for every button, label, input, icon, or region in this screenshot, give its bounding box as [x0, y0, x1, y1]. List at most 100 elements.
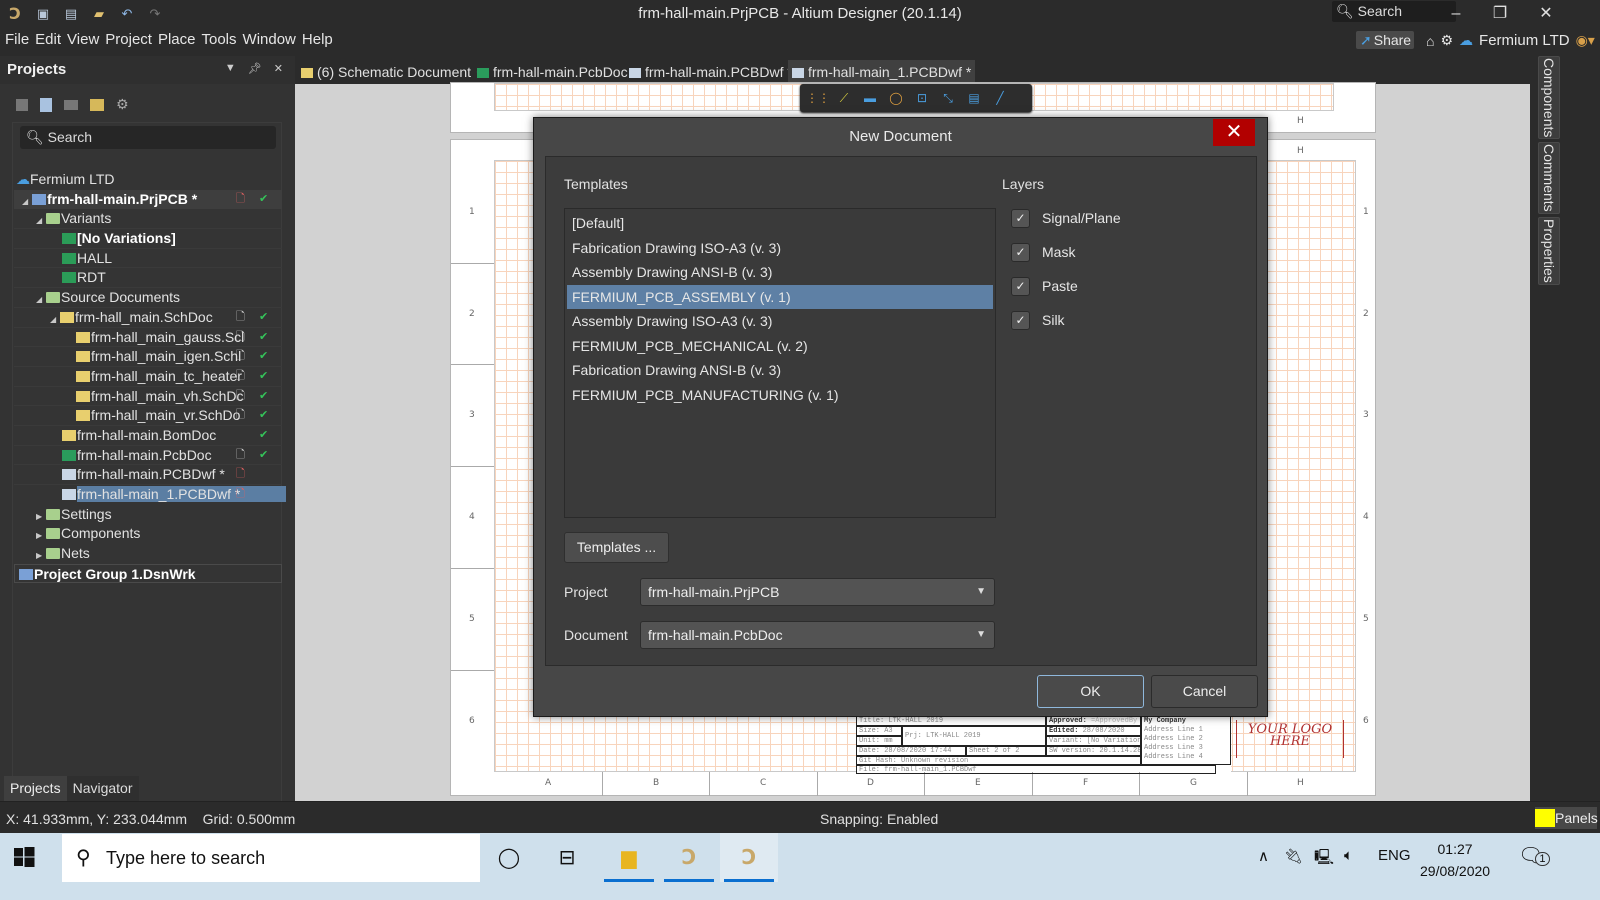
altium-taskbar-icon[interactable]: Ↄ: [660, 833, 718, 882]
tree-item-bomdoc[interactable]: frm-hall-main.BomDoc ✔: [14, 426, 282, 446]
tree-item-nets[interactable]: ▶ Nets: [14, 544, 282, 564]
cortana-icon[interactable]: ◯: [480, 833, 538, 882]
show-hidden-icons[interactable]: ∧: [1258, 847, 1269, 865]
save-project-icon[interactable]: [16, 98, 28, 111]
menu-view[interactable]: View: [67, 31, 99, 48]
windows-start-icon[interactable]: [12, 845, 36, 869]
checkbox-checked[interactable]: ✓: [1011, 276, 1030, 296]
template-item[interactable]: [Default]: [567, 211, 993, 236]
route-icon[interactable]: ⟋: [836, 90, 852, 106]
menu-help[interactable]: Help: [302, 31, 333, 48]
tree-item-variant[interactable]: [No Variations]: [14, 229, 282, 249]
network-icon[interactable]: 🖳︎: [1314, 847, 1334, 872]
home-icon[interactable]: ⌂: [1426, 33, 1434, 49]
user-avatar-icon[interactable]: ◉▾: [1576, 32, 1595, 49]
tab-pcbdoc[interactable]: frm-hall-main.PcbDoc: [473, 60, 632, 84]
line-icon[interactable]: ╱: [992, 90, 1008, 106]
text-frame-icon[interactable]: ▤: [966, 90, 982, 106]
tree-item-settings[interactable]: ▶ Settings: [14, 505, 282, 525]
panels-button[interactable]: Panels: [1535, 807, 1598, 829]
settings-gear-icon[interactable]: ⚙: [116, 96, 129, 113]
checkbox-checked[interactable]: ✓: [1011, 310, 1030, 330]
menu-file[interactable]: File: [5, 31, 29, 48]
taskbar-search-input[interactable]: ⚲ Type here to search: [62, 834, 480, 882]
tab-projects[interactable]: Projects: [4, 776, 67, 801]
clock[interactable]: 01:27 29/08/2020: [1420, 838, 1490, 882]
project-select[interactable]: frm-hall-main.PrjPCB ▼: [640, 578, 995, 606]
tab-schematic-document[interactable]: (6) Schematic Document ▼: [297, 60, 488, 84]
projects-search-input[interactable]: 🔍︎ Search: [20, 126, 276, 149]
tree-item-source-documents[interactable]: ◢ Source Documents: [14, 288, 282, 308]
tab-comments-panel[interactable]: Comments: [1538, 142, 1560, 214]
tree-item-project[interactable]: ◢ frm-hall-main.PrjPCB * 🗋︎ ✔: [14, 189, 282, 210]
templates-button[interactable]: Templates ...: [564, 532, 669, 563]
dimension-icon[interactable]: ⤡: [940, 90, 956, 106]
tree-item-schdoc[interactable]: frm-hall_main_gauss.Scl 🗋︎ ✔: [14, 328, 282, 348]
task-view-icon[interactable]: ⊟: [538, 833, 596, 882]
panel-menu-icon[interactable]: ▼: [225, 62, 236, 75]
tree-item-variants[interactable]: ◢ Variants: [14, 209, 282, 230]
menu-edit[interactable]: Edit: [35, 31, 61, 48]
layer-mask[interactable]: ✓ Mask: [1011, 241, 1075, 263]
board-icon[interactable]: ▬: [862, 90, 878, 106]
tree-item-schdoc[interactable]: frm-hall_main_igen.Schl 🗋︎ ✔: [14, 347, 282, 367]
tab-properties-panel[interactable]: Properties: [1538, 217, 1560, 285]
altium-taskbar-icon-active[interactable]: Ↄ: [720, 833, 778, 882]
template-item[interactable]: FERMIUM_PCB_MANUFACTURING (v. 1): [567, 383, 993, 408]
template-item[interactable]: Assembly Drawing ANSI-B (v. 3): [567, 260, 993, 285]
comment-icon[interactable]: [64, 99, 78, 110]
pad-icon[interactable]: ⊡: [914, 90, 930, 106]
document-select[interactable]: frm-hall-main.PcbDoc ▼: [640, 621, 995, 649]
compile-icon[interactable]: [40, 97, 52, 112]
tree-item-schdoc[interactable]: frm-hall_main_vr.SchDo 🗋︎ ✔: [14, 406, 282, 426]
template-item[interactable]: Fabrication Drawing ISO-A3 (v. 3): [567, 236, 993, 261]
tree-item-schdoc[interactable]: ◢ frm-hall_main.SchDoc 🗋︎ ✔: [14, 308, 282, 328]
input-language[interactable]: ENG: [1378, 847, 1411, 864]
menu-place[interactable]: Place: [158, 31, 196, 48]
tree-item-pcbdwf[interactable]: frm-hall-main.PCBDwf * 🗋︎: [14, 465, 282, 485]
account-name[interactable]: Fermium LTD: [1479, 32, 1570, 49]
dialog-close-button[interactable]: ✕: [1213, 119, 1255, 146]
tab-navigator[interactable]: Navigator: [66, 776, 139, 801]
restore-button[interactable]: ❐: [1480, 2, 1520, 26]
pin-icon[interactable]: 📌︎: [248, 62, 262, 75]
checkbox-checked[interactable]: ✓: [1011, 242, 1030, 262]
file-explorer-icon[interactable]: ▆: [600, 833, 658, 882]
tree-item-variant[interactable]: RDT: [14, 268, 282, 289]
project-options-icon[interactable]: [90, 98, 104, 111]
menu-tools[interactable]: Tools: [202, 31, 237, 48]
tree-item-pcbdoc[interactable]: frm-hall-main.PcbDoc 🗋︎ ✔: [14, 446, 282, 466]
tree-item-fermium-ltd[interactable]: ☁Fermium LTD: [14, 170, 282, 190]
tree-item-components[interactable]: ▶ Components: [14, 524, 282, 544]
notifications-icon[interactable]: 🗨︎1: [1518, 843, 1550, 868]
menu-project[interactable]: Project: [105, 31, 152, 48]
share-button[interactable]: ➚ Share: [1356, 31, 1414, 49]
template-item[interactable]: Fabrication Drawing ANSI-B (v. 3): [567, 358, 993, 383]
layer-signal-plane[interactable]: ✓ Signal/Plane: [1011, 207, 1121, 229]
layer-paste[interactable]: ✓ Paste: [1011, 275, 1078, 297]
template-item[interactable]: Assembly Drawing ISO-A3 (v. 3): [567, 309, 993, 334]
templates-list[interactable]: [Default] Fabrication Drawing ISO-A3 (v.…: [564, 208, 996, 518]
ok-button[interactable]: OK: [1037, 675, 1144, 708]
battery-icon[interactable]: 🔌︎: [1284, 847, 1303, 865]
tree-item-project-group[interactable]: Project Group 1.DsnWrk: [14, 563, 282, 584]
panel-close-icon[interactable]: ✕: [274, 62, 283, 75]
tree-item-schdoc[interactable]: frm-hall_main_tc_heater 🗋︎ ✔: [14, 367, 282, 387]
close-window-button[interactable]: ✕: [1526, 2, 1566, 26]
tree-item-pcbdwf-selected[interactable]: frm-hall-main_1.PCBDwf * 🗋︎: [14, 485, 287, 505]
cancel-button[interactable]: Cancel: [1151, 675, 1258, 708]
tree-item-schdoc[interactable]: frm-hall_main_vh.SchDc 🗋︎ ✔: [14, 387, 282, 407]
tab-pcbdwf[interactable]: frm-hall-main.PCBDwf *: [625, 60, 797, 84]
template-item[interactable]: FERMIUM_PCB_MECHANICAL (v. 2): [567, 334, 993, 359]
menu-window[interactable]: Window: [243, 31, 296, 48]
volume-icon[interactable]: 🔈︎: [1344, 847, 1353, 864]
tab-components-panel[interactable]: Components: [1538, 56, 1560, 139]
checkbox-checked[interactable]: ✓: [1011, 208, 1030, 228]
tab-pcbdwf-1[interactable]: frm-hall-main_1.PCBDwf *: [788, 60, 976, 84]
circle-icon[interactable]: ◯: [888, 90, 904, 106]
minimize-button[interactable]: –: [1436, 2, 1476, 26]
gear-icon[interactable]: ⚙: [1440, 32, 1453, 49]
component-icon[interactable]: ⋮⋮: [806, 90, 830, 106]
layer-silk[interactable]: ✓ Silk: [1011, 309, 1065, 331]
template-item-selected[interactable]: FERMIUM_PCB_ASSEMBLY (v. 1): [567, 284, 993, 309]
